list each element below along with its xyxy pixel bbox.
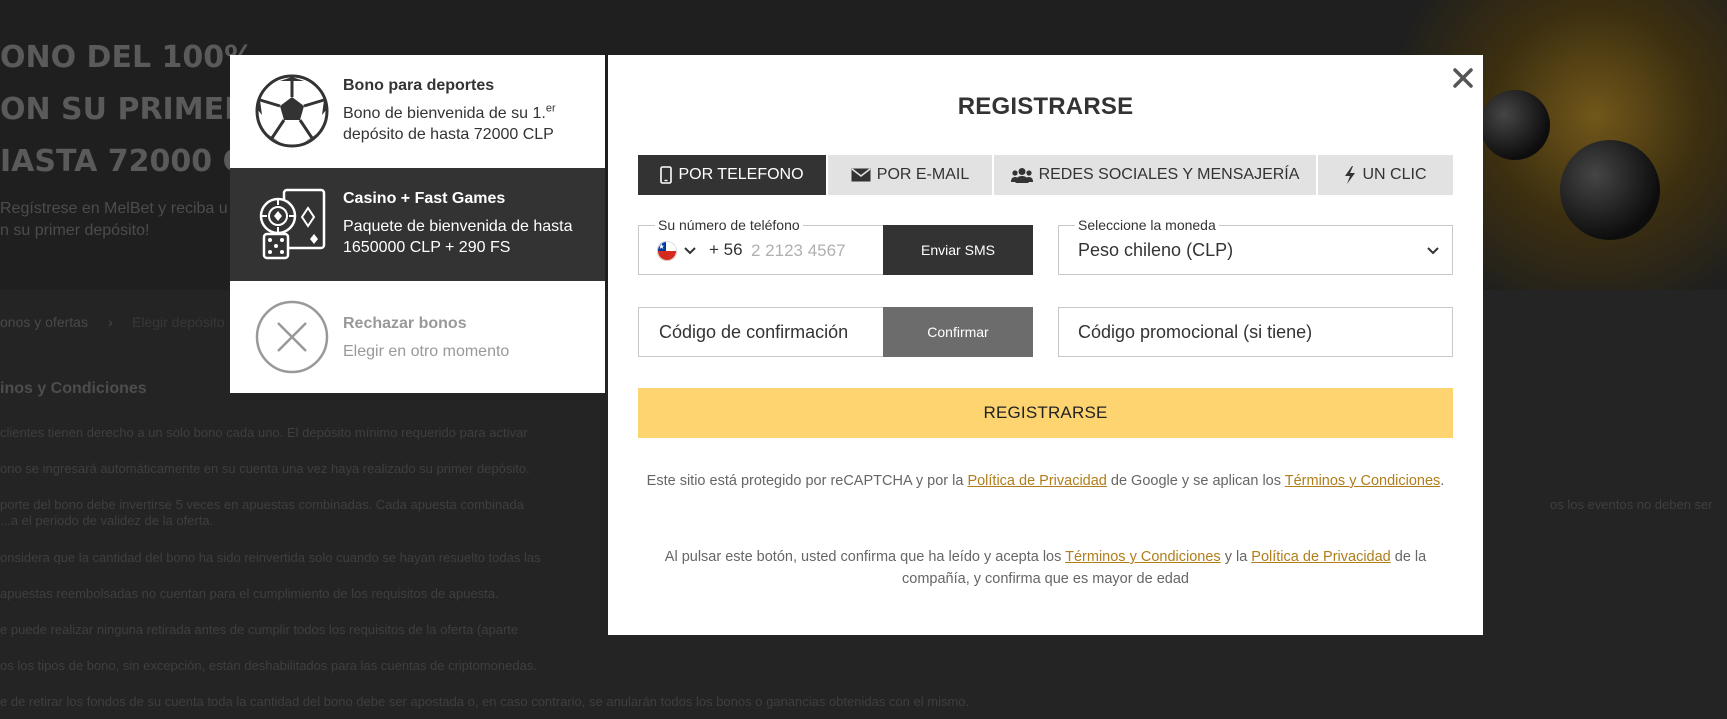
registration-tabs: POR TELEFONO POR E-MAIL REDES SOCIALES Y… <box>638 155 1453 195</box>
lightning-bolt-icon <box>1345 166 1356 184</box>
privacy-policy-link[interactable]: Política de Privacidad <box>967 473 1106 489</box>
chevron-down-icon <box>1427 247 1439 255</box>
legal-text: de Google y se aplican los <box>1106 473 1285 489</box>
registration-modal: REGISTRARSE POR TELEFONO POR E-MAIL REDE… <box>608 55 1483 635</box>
send-sms-button[interactable]: Enviar SMS <box>883 225 1033 275</box>
soccer-ball-icon <box>255 74 329 148</box>
bonus-panel: Bono para deportes Bono de bienvenida de… <box>230 55 605 393</box>
reject-x-icon <box>255 300 329 374</box>
close-icon[interactable] <box>1450 65 1476 91</box>
bonus-title: Bono para deportes <box>343 77 495 94</box>
users-group-icon <box>1010 168 1033 183</box>
envelope-icon <box>851 168 871 182</box>
recaptcha-notice: Este sitio está protegido por reCAPTCHA … <box>638 470 1453 492</box>
tab-social[interactable]: REDES SOCIALES Y MENSAJERÍA <box>994 155 1316 195</box>
register-button[interactable]: REGISTRARSE <box>638 388 1453 438</box>
tab-label: UN CLIC <box>1362 166 1427 183</box>
mobile-phone-icon <box>660 166 673 184</box>
bonus-description: Elegir en otro momento <box>343 343 510 360</box>
confirm-button[interactable]: Confirmar <box>883 307 1033 357</box>
consent-notice: Al pulsar este botón, usted confirma que… <box>638 546 1453 590</box>
country-code: + 56 <box>709 240 743 259</box>
bonus-description-text: depósito de hasta 72000 CLP <box>343 126 554 143</box>
casino-cards-chip-dice-icon <box>259 188 326 260</box>
bonus-description-text: Bono de bienvenida de su 1. <box>343 105 546 122</box>
tab-label: POR TELEFONO <box>678 166 804 183</box>
bonus-option-reject[interactable]: Rechazar bonos Elegir en otro momento <box>230 281 605 393</box>
bonus-title: Rechazar bonos <box>343 315 467 332</box>
legal-text: Al pulsar este botón, usted confirma que… <box>664 549 1066 565</box>
currency-value: Peso chileno (CLP) <box>1078 240 1234 260</box>
tab-email[interactable]: POR E-MAIL <box>828 155 992 195</box>
confirmation-code-input[interactable] <box>638 307 883 357</box>
tab-label: REDES SOCIALES Y MENSAJERÍA <box>1038 166 1300 183</box>
tab-one-click[interactable]: UN CLIC <box>1318 155 1453 195</box>
tab-phone[interactable]: POR TELEFONO <box>638 155 826 195</box>
legal-text: y la <box>1220 549 1252 565</box>
currency-label: Seleccione la moneda <box>1075 217 1219 233</box>
terms-link[interactable]: Términos y Condiciones <box>1065 549 1221 565</box>
chevron-down-icon[interactable] <box>683 244 697 258</box>
chile-flag-icon[interactable] <box>657 241 677 261</box>
phone-input[interactable] <box>751 236 876 266</box>
bonus-description: Paquete de bienvenida de hasta 1650000 C… <box>343 218 573 256</box>
phone-label: Su número de teléfono <box>655 217 803 233</box>
ordinal-superscript: er <box>545 102 556 115</box>
promo-code-input[interactable] <box>1058 307 1453 357</box>
modal-title: REGISTRARSE <box>957 93 1134 120</box>
bonus-description: Bono de bienvenida de su 1.er depósito d… <box>343 103 593 145</box>
legal-text: . <box>1440 473 1445 489</box>
terms-link[interactable]: Términos y Condiciones <box>1285 473 1441 489</box>
bonus-option-sports[interactable]: Bono para deportes Bono de bienvenida de… <box>230 55 605 168</box>
tab-label: POR E-MAIL <box>876 166 970 183</box>
bonus-option-casino[interactable]: Casino + Fast Games Paquete de bienvenid… <box>230 168 605 281</box>
privacy-policy-link[interactable]: Política de Privacidad <box>1251 549 1390 565</box>
legal-text: Este sitio está protegido por reCAPTCHA … <box>646 473 968 489</box>
bonus-title: Casino + Fast Games <box>343 190 506 207</box>
